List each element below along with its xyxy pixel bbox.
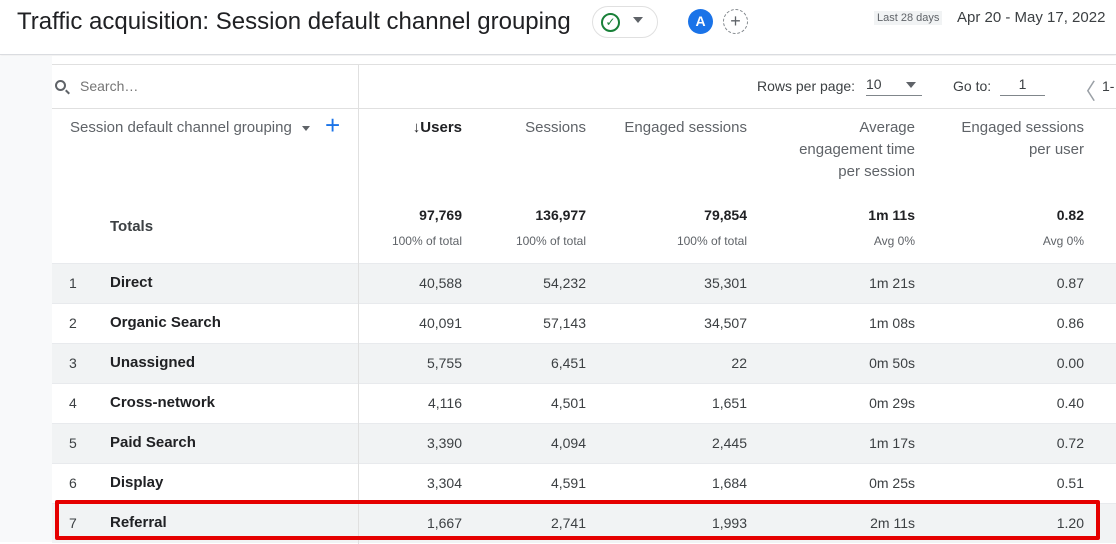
goto-input[interactable]: 1 bbox=[1000, 76, 1045, 96]
report-status-dropdown[interactable]: ✓ bbox=[592, 6, 658, 38]
column-header[interactable]: Engaged sessions bbox=[624, 117, 747, 139]
row-index: 4 bbox=[69, 395, 77, 411]
cell-value: 57,143 bbox=[543, 315, 586, 331]
cell-value: 0.51 bbox=[1056, 475, 1084, 491]
table-row[interactable]: 5 Paid Search 3,390 4,094 2,445 1m 17s 0.72 bbox=[52, 423, 1116, 464]
column-header[interactable]: Sessions bbox=[525, 117, 586, 139]
table-row[interactable]: 1 Direct 40,588 54,232 35,301 1m 21s 0.87 bbox=[52, 263, 1116, 304]
cell-value: 2,445 bbox=[711, 435, 747, 451]
cell-value: 0.72 bbox=[1056, 435, 1084, 451]
chevron-left-icon[interactable]: 〈 bbox=[1074, 74, 1096, 106]
total-subtext: 100% of total bbox=[515, 234, 586, 248]
cell-value: 1m 17s bbox=[869, 435, 915, 451]
column-header[interactable]: ↓Users bbox=[413, 117, 462, 139]
page-info: 1- bbox=[1102, 78, 1115, 94]
cell-value: 0m 25s bbox=[869, 475, 915, 491]
table-row[interactable]: 6 Display 3,304 4,591 1,684 0m 25s 0.51 bbox=[52, 463, 1116, 504]
table-row[interactable]: 3 Unassigned 5,755 6,451 22 0m 50s 0.00 bbox=[52, 343, 1116, 384]
cell-value: 1m 08s bbox=[869, 315, 915, 331]
cell-value: 22 bbox=[731, 355, 747, 371]
cell-value: 4,116 bbox=[428, 395, 462, 411]
date-range-picker[interactable]: Apr 20 - May 17, 2022 bbox=[957, 9, 1105, 26]
cell-value: 0m 50s bbox=[869, 355, 915, 371]
caret-down-icon bbox=[906, 82, 916, 88]
cell-value: 35,301 bbox=[704, 275, 747, 291]
channel-name[interactable]: Display bbox=[110, 474, 163, 491]
rows-per-page-value: 10 bbox=[866, 76, 882, 92]
search-input[interactable] bbox=[80, 78, 280, 94]
cell-value: 40,091 bbox=[419, 315, 462, 331]
row-index: 1 bbox=[69, 275, 77, 291]
check-circle-icon: ✓ bbox=[601, 13, 620, 32]
cell-value: 3,390 bbox=[426, 435, 462, 451]
cell-value: 1,684 bbox=[711, 475, 747, 491]
total-value: 0.82 bbox=[1056, 207, 1084, 223]
rows-per-page-select[interactable]: 10 bbox=[866, 76, 922, 96]
cell-value: 4,591 bbox=[550, 475, 586, 491]
row-index: 5 bbox=[69, 435, 77, 451]
total-value: 136,977 bbox=[535, 207, 586, 223]
table-row[interactable]: 2 Organic Search 40,091 57,143 34,507 1m 08s 0… bbox=[52, 303, 1116, 344]
cell-value: 40,588 bbox=[419, 275, 462, 291]
total-value: 97,769 bbox=[419, 207, 462, 223]
table-row[interactable]: 4 Cross-network 4,116 4,501 1,651 0m 29s 0.40 bbox=[52, 383, 1116, 424]
total-subtext: 100% of total bbox=[676, 234, 747, 248]
date-range-label: Last 28 days bbox=[874, 11, 943, 25]
divider bbox=[52, 108, 1116, 109]
cell-value: 1,651 bbox=[711, 395, 747, 411]
cell-value: 0.00 bbox=[1056, 355, 1084, 371]
channel-name[interactable]: Unassigned bbox=[110, 354, 195, 371]
caret-down-icon[interactable] bbox=[302, 126, 310, 131]
total-subtext: 100% of total bbox=[391, 234, 462, 248]
column-header[interactable]: Average engagement time per session bbox=[799, 117, 915, 183]
row-index: 2 bbox=[69, 315, 77, 331]
total-subtext: Avg 0% bbox=[1042, 234, 1084, 248]
cell-value: 1m 21s bbox=[869, 275, 915, 291]
row-index: 6 bbox=[69, 475, 77, 491]
search-icon bbox=[55, 80, 66, 91]
divider bbox=[52, 64, 1116, 65]
cell-value: 3,304 bbox=[426, 475, 462, 491]
caret-down-icon bbox=[633, 17, 643, 23]
cell-value: 6,451 bbox=[550, 355, 586, 371]
column-header[interactable]: Engaged sessions per user bbox=[961, 117, 1084, 161]
cell-value: 0.86 bbox=[1056, 315, 1084, 331]
cell-value: 34,507 bbox=[704, 315, 747, 331]
channel-name[interactable]: Direct bbox=[110, 274, 153, 291]
dimension-header[interactable]: Session default channel grouping bbox=[70, 119, 292, 136]
cell-value: 5,755 bbox=[426, 355, 462, 371]
add-comparison-button[interactable]: + bbox=[723, 9, 748, 34]
cell-value: 0.40 bbox=[1056, 395, 1084, 411]
report-header: Traffic acquisition: Session default cha… bbox=[0, 0, 1116, 55]
cell-value: 4,501 bbox=[550, 395, 586, 411]
cell-value: 4,094 bbox=[550, 435, 586, 451]
cell-value: 54,232 bbox=[543, 275, 586, 291]
total-subtext: Avg 0% bbox=[873, 234, 915, 248]
total-value: 1m 11s bbox=[868, 207, 915, 223]
cell-value: 0m 29s bbox=[869, 395, 915, 411]
comparison-avatar[interactable]: A bbox=[688, 9, 713, 34]
channel-name[interactable]: Organic Search bbox=[110, 314, 221, 331]
add-dimension-icon[interactable]: + bbox=[325, 112, 340, 138]
page-title: Traffic acquisition: Session default cha… bbox=[17, 8, 571, 35]
column-divider bbox=[358, 65, 359, 542]
total-value: 79,854 bbox=[704, 207, 747, 223]
left-gutter bbox=[0, 56, 52, 542]
row-index: 3 bbox=[69, 355, 77, 371]
highlight-box bbox=[55, 500, 1100, 540]
rows-per-page-label: Rows per page: bbox=[757, 78, 856, 94]
channel-name[interactable]: Cross-network bbox=[110, 394, 215, 411]
channel-name[interactable]: Paid Search bbox=[110, 434, 196, 451]
cell-value: 0.87 bbox=[1056, 275, 1084, 291]
goto-label: Go to: bbox=[953, 78, 992, 94]
totals-label: Totals bbox=[110, 218, 154, 235]
